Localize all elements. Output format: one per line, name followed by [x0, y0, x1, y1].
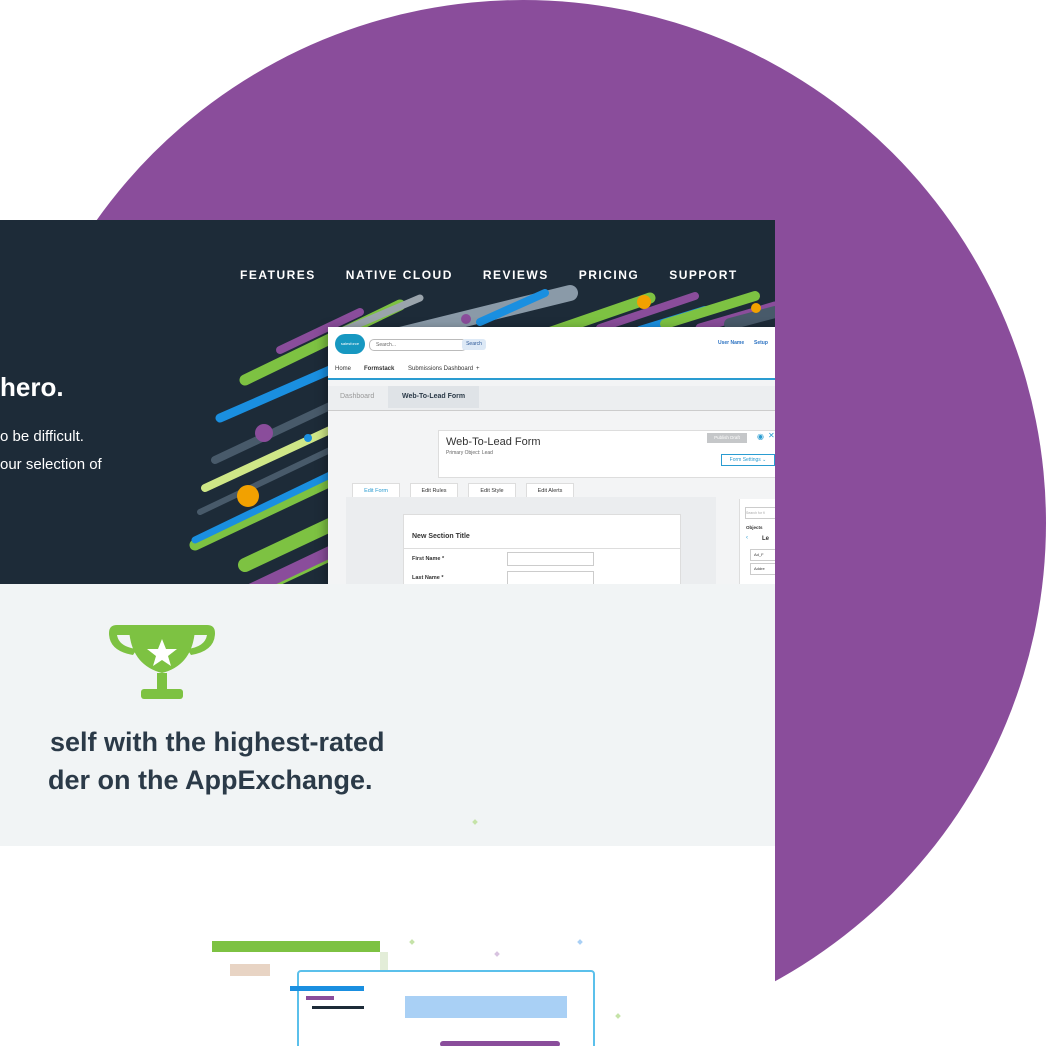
decorative-dot [472, 819, 478, 825]
award-section [0, 584, 775, 846]
salesforce-logo: salesforce [335, 334, 365, 354]
top-nav: FEATURES NATIVE CLOUD REVIEWS PRICING SU… [240, 268, 738, 282]
last-name-label: Last Name * [412, 575, 444, 581]
tab-formstack[interactable]: Formstack [364, 366, 394, 372]
form-header-card: Web-To-Lead Form Primary Object: Lead Pu… [438, 430, 775, 478]
last-name-input[interactable] [507, 571, 594, 584]
setup-link[interactable]: Setup [754, 340, 768, 346]
breadcrumb-current: Web-To-Lead Form [388, 386, 480, 408]
award-headline-line1: self with the highest-rated [50, 727, 385, 757]
website-preview: FEATURES NATIVE CLOUD REVIEWS PRICING SU… [0, 220, 775, 1046]
app-search-button[interactable]: Search [462, 339, 486, 350]
form-primary-object: Primary Object: Lead [446, 450, 493, 456]
form-settings-button[interactable]: Form Settings ⌄ [721, 454, 775, 466]
tab-add[interactable]: + [476, 366, 480, 372]
field-item[interactable]: Ad_F [750, 549, 775, 561]
nav-support[interactable]: SUPPORT [669, 268, 738, 282]
breadcrumb-dashboard[interactable]: Dashboard [340, 393, 374, 400]
hero-title: hero. [0, 372, 64, 402]
close-icon[interactable]: ✕ [768, 431, 775, 440]
form-settings-label: Form Settings [729, 457, 761, 463]
integration-illustration [212, 939, 621, 1046]
first-name-input[interactable] [507, 552, 594, 566]
chevron-left-icon[interactable]: ‹ [746, 535, 748, 541]
trophy-icon [109, 625, 215, 699]
breadcrumb: Dashboard Web-To-Lead Form [328, 386, 775, 411]
nav-reviews[interactable]: REVIEWS [483, 268, 549, 282]
form-section: New Section Title First Name * Last Name… [403, 514, 681, 584]
tab-submissions-dashboard[interactable]: Submissions Dashboard [408, 366, 473, 372]
nav-pricing[interactable]: PRICING [579, 268, 640, 282]
section-title: New Section Title [412, 533, 470, 540]
eye-icon[interactable]: ◉ [757, 432, 764, 441]
nav-features[interactable]: FEATURES [240, 268, 316, 282]
app-screenshot: salesforce Search... Search User Name Se… [328, 327, 775, 584]
integration-section [0, 846, 775, 1046]
hero-subtitle-line1: o be difficult. [0, 428, 84, 445]
app-search-input[interactable]: Search... [369, 339, 467, 351]
hero-subtitle-line2: our selection of [0, 456, 102, 473]
user-name-link[interactable]: User Name [718, 340, 744, 346]
app-header: salesforce Search... Search User Name Se… [328, 327, 775, 361]
award-headline-line2: der on the AppExchange. [48, 765, 373, 795]
nav-native-cloud[interactable]: NATIVE CLOUD [346, 268, 453, 282]
field-item[interactable]: Addre [750, 563, 775, 575]
publish-draft-button[interactable]: Publish Draft [707, 433, 747, 443]
app-tab-bar: Home Formstack Submissions Dashboard + [328, 361, 775, 380]
chevron-down-icon: ⌄ [762, 457, 767, 463]
form-title: Web-To-Lead Form [446, 436, 541, 448]
hero-section: FEATURES NATIVE CLOUD REVIEWS PRICING SU… [0, 220, 775, 584]
tab-home[interactable]: Home [335, 366, 351, 372]
fields-search-input[interactable]: Search for fi [745, 507, 775, 519]
object-name: Le [762, 536, 770, 542]
section-divider [404, 548, 680, 549]
objects-heading: Objects [746, 525, 763, 530]
first-name-label: First Name * [412, 556, 445, 562]
fields-panel: Search for fi Objects ‹ Le Ad_F Addre [739, 499, 775, 584]
